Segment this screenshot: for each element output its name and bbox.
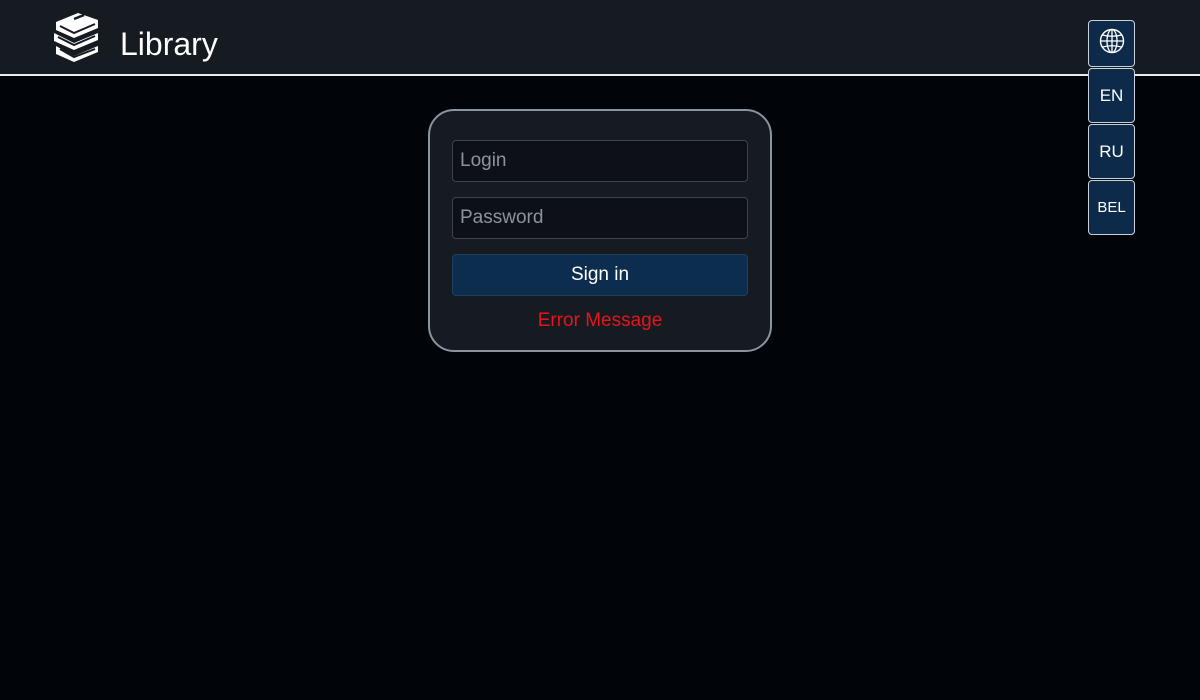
login-form: Sign in Error Message xyxy=(428,109,772,352)
language-menu-button[interactable] xyxy=(1088,20,1135,67)
login-input[interactable] xyxy=(452,140,748,182)
books-stack-icon xyxy=(52,12,100,62)
app-header: Library xyxy=(0,0,1200,76)
language-option-bel[interactable]: BEL xyxy=(1088,180,1135,235)
language-option-en[interactable]: EN xyxy=(1088,68,1135,123)
app-title: Library xyxy=(120,26,218,62)
password-input[interactable] xyxy=(452,197,748,239)
globe-icon xyxy=(1098,27,1126,60)
language-option-ru[interactable]: RU xyxy=(1088,124,1135,179)
language-switcher: EN RU BEL xyxy=(1088,20,1135,235)
sign-in-button[interactable]: Sign in xyxy=(452,254,748,296)
error-message: Error Message xyxy=(537,310,663,331)
